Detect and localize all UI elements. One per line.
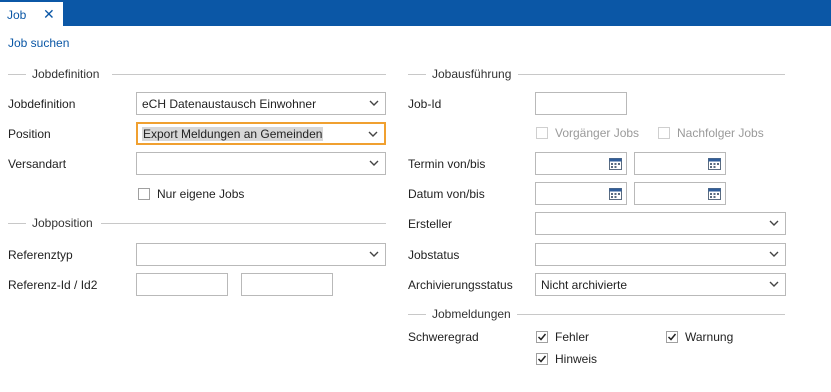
ersteller-select[interactable]	[535, 212, 786, 235]
chevron-down-icon	[369, 160, 379, 166]
referenztyp-label: Referenztyp	[8, 248, 73, 262]
checkmark-icon	[537, 333, 547, 341]
schweregrad-label: Schweregrad	[408, 330, 479, 344]
checkmark-icon	[537, 355, 547, 363]
nur-eigene-jobs-label: Nur eigene Jobs	[157, 187, 245, 201]
section-jobposition: Jobposition	[8, 216, 386, 230]
termin-bis-input[interactable]	[634, 152, 726, 175]
jobdefinition-value: eCH Datenaustausch Einwohner	[142, 97, 317, 111]
tab-job[interactable]: Job ✕	[0, 0, 63, 26]
tab-bar: Job ✕	[0, 0, 831, 26]
section-title: Jobausführung	[432, 67, 512, 81]
calendar-icon[interactable]	[609, 157, 622, 170]
chevron-down-icon	[369, 100, 379, 106]
search-job-link[interactable]: Job suchen	[8, 36, 69, 50]
calendar-icon[interactable]	[708, 157, 721, 170]
nur-eigene-jobs-checkbox[interactable]	[138, 188, 150, 200]
section-title: Jobmeldungen	[432, 307, 511, 321]
section-jobausfuehrung: Jobausführung	[408, 67, 785, 81]
section-jobmeldungen: Jobmeldungen	[408, 307, 785, 321]
termin-label: Termin von/bis	[408, 157, 486, 171]
job-id-input[interactable]	[535, 92, 627, 115]
checkmark-icon	[667, 333, 677, 341]
calendar-icon[interactable]	[609, 187, 622, 200]
referenztyp-select[interactable]	[136, 243, 386, 266]
archivierungsstatus-select[interactable]: Nicht archivierte	[535, 273, 786, 296]
position-value: Export Meldungen an Gemeinden	[142, 127, 324, 141]
ersteller-label: Ersteller	[408, 217, 453, 231]
datum-von-input[interactable]	[535, 182, 627, 205]
versandart-label: Versandart	[8, 157, 67, 171]
nachfolger-jobs-label: Nachfolger Jobs	[677, 126, 764, 140]
hinweis-checkbox[interactable]	[536, 353, 548, 365]
jobdefinition-select[interactable]: eCH Datenaustausch Einwohner	[136, 92, 386, 115]
nachfolger-jobs-checkbox[interactable]	[658, 127, 670, 139]
section-title: Jobdefinition	[32, 67, 100, 81]
chevron-down-icon	[769, 251, 779, 257]
fehler-label: Fehler	[555, 330, 590, 344]
warnung-label: Warnung	[685, 330, 734, 344]
section-title: Jobposition	[32, 216, 93, 230]
vorgaenger-jobs-checkbox[interactable]	[536, 127, 548, 139]
calendar-icon[interactable]	[708, 187, 721, 200]
datum-bis-input[interactable]	[634, 182, 726, 205]
jobdefinition-label: Jobdefinition	[8, 97, 76, 111]
archivierungsstatus-label: Archivierungsstatus	[408, 278, 513, 292]
referenz-id-input[interactable]	[136, 273, 228, 296]
vorgaenger-jobs-label: Vorgänger Jobs	[555, 126, 640, 140]
jobstatus-select[interactable]	[535, 243, 786, 266]
chevron-down-icon	[769, 281, 779, 287]
chevron-down-icon	[369, 251, 379, 257]
termin-von-input[interactable]	[535, 152, 627, 175]
close-icon[interactable]: ✕	[43, 6, 55, 23]
chevron-down-icon	[368, 131, 378, 137]
warnung-checkbox[interactable]	[666, 331, 678, 343]
referenz-id2-input[interactable]	[241, 273, 333, 296]
hinweis-label: Hinweis	[555, 352, 598, 366]
chevron-down-icon	[769, 220, 779, 226]
section-jobdefinition: Jobdefinition	[8, 67, 386, 81]
position-select[interactable]: Export Meldungen an Gemeinden	[136, 122, 386, 145]
archivierungsstatus-value: Nicht archivierte	[541, 278, 628, 292]
datum-label: Datum von/bis	[408, 187, 485, 201]
fehler-checkbox[interactable]	[536, 331, 548, 343]
job-id-label: Job-Id	[408, 97, 442, 111]
position-label: Position	[8, 127, 51, 141]
versandart-select[interactable]	[136, 152, 386, 175]
referenz-id-label: Referenz-Id / Id2	[8, 278, 98, 292]
jobstatus-label: Jobstatus	[408, 248, 460, 262]
tab-label: Job	[7, 8, 27, 22]
